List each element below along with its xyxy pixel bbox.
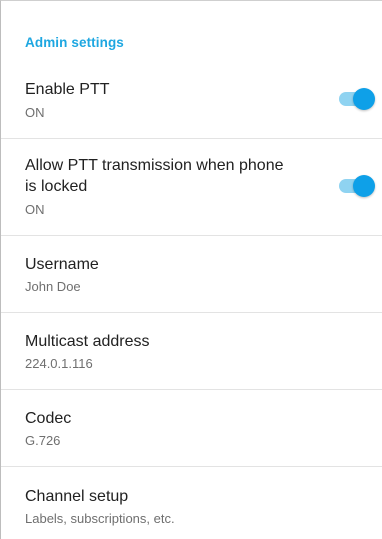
setting-title: Multicast address (25, 333, 150, 350)
setting-enable-ptt[interactable]: Enable PTT ON (1, 63, 382, 139)
setting-subtitle: ON (25, 202, 45, 217)
enable-ptt-toggle[interactable] (339, 87, 375, 111)
setting-title: Username (25, 256, 99, 273)
setting-subtitle: 224.0.1.116 (25, 356, 93, 371)
setting-title: Channel setup (25, 488, 129, 505)
setting-subtitle: Labels, subscriptions, etc. (25, 511, 175, 526)
setting-multicast-address[interactable]: Multicast address 224.0.1.116 (1, 313, 382, 390)
setting-title: Enable PTT (25, 81, 110, 98)
setting-title-line-1: Allow PTT transmission when phone (25, 157, 284, 174)
setting-channel-setup[interactable]: Channel setup Labels, subscriptions, etc… (1, 467, 382, 539)
toggle-thumb (353, 88, 375, 110)
setting-title: Codec (25, 410, 72, 427)
section-header-admin-settings: Admin settings (25, 35, 124, 50)
toggle-thumb (353, 175, 375, 197)
setting-codec[interactable]: Codec G.726 (1, 390, 382, 467)
settings-screen: Admin settings Enable PTT ON Allow PTT t… (0, 0, 382, 539)
allow-ptt-locked-toggle[interactable] (339, 174, 375, 198)
setting-allow-ptt-locked[interactable]: Allow PTT transmission when phone is loc… (1, 139, 382, 236)
setting-username[interactable]: Username John Doe (1, 236, 382, 313)
setting-subtitle: ON (25, 105, 45, 120)
setting-subtitle: G.726 (25, 433, 61, 448)
setting-title-line-2: is locked (25, 178, 88, 195)
setting-subtitle: John Doe (25, 279, 81, 294)
